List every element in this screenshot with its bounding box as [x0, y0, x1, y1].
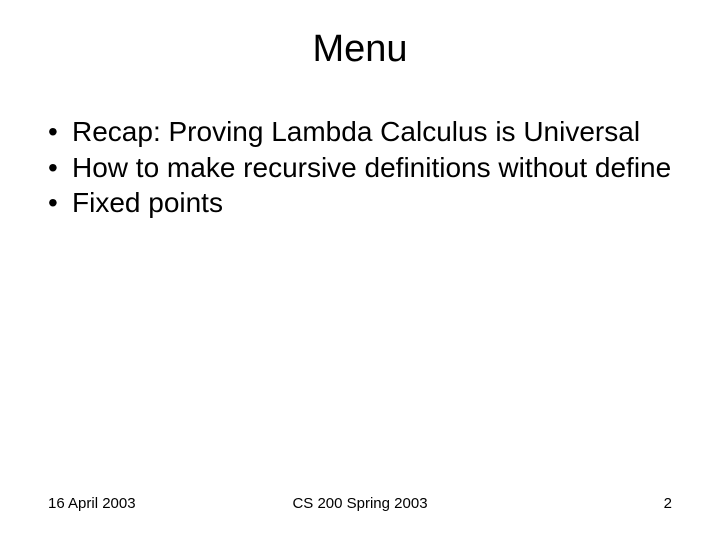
content-area: Recap: Proving Lambda Calculus is Univer… — [0, 79, 720, 220]
footer-page-number: 2 — [464, 495, 672, 512]
slide-title: Menu — [0, 0, 720, 79]
footer-date: 16 April 2003 — [48, 495, 256, 512]
bullet-item: Recap: Proving Lambda Calculus is Univer… — [40, 115, 680, 149]
footer: 16 April 2003 CS 200 Spring 2003 2 — [0, 495, 720, 512]
footer-course: CS 200 Spring 2003 — [256, 495, 464, 512]
bullet-item: How to make recursive definitions withou… — [40, 151, 680, 185]
bullet-item: Fixed points — [40, 186, 680, 220]
bullet-list: Recap: Proving Lambda Calculus is Univer… — [40, 115, 680, 220]
